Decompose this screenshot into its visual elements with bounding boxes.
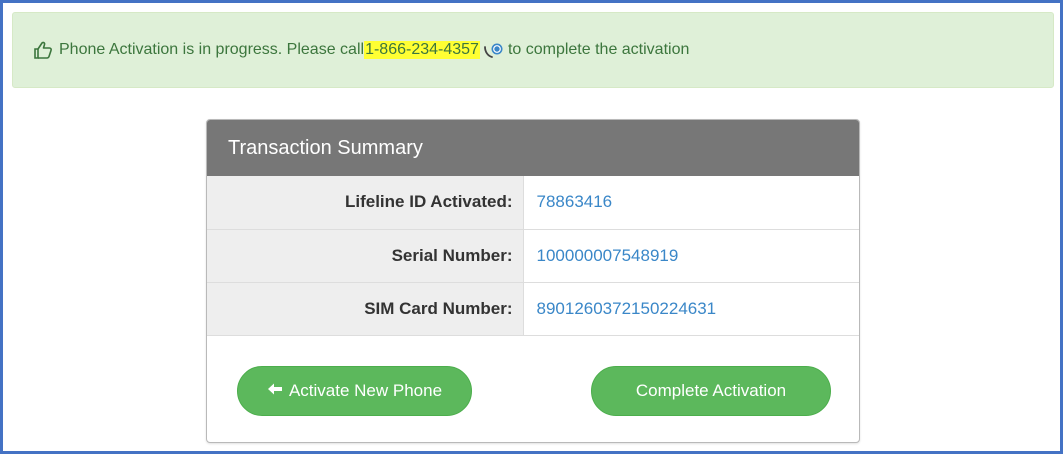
table-row: Lifeline ID Activated: 78863416	[207, 176, 859, 229]
activate-new-phone-label: Activate New Phone	[288, 380, 443, 400]
alert-prefix-text: Phone Activation is in progress. Please …	[59, 41, 365, 58]
serial-number-value: 100000007548919	[536, 245, 679, 265]
summary-table: Lifeline ID Activated: 78863416 Serial N…	[207, 176, 859, 336]
panel-title: Transaction Summary	[207, 120, 859, 176]
complete-activation-button[interactable]: Complete Activation	[591, 365, 831, 416]
screenshot-frame: Phone Activation is in progress. Please …	[0, 0, 1063, 454]
transaction-summary-panel: Transaction Summary Lifeline ID Activate…	[206, 119, 860, 443]
serial-number-label: Serial Number:	[207, 229, 524, 282]
complete-activation-label: Complete Activation	[635, 380, 787, 400]
arrow-left-icon	[267, 381, 283, 401]
phone-number-link[interactable]: 1-866-234-4357	[364, 41, 480, 59]
activate-new-phone-button[interactable]: Activate New Phone	[237, 365, 472, 416]
lifeline-id-value: 78863416	[536, 192, 613, 212]
activation-alert: Phone Activation is in progress. Please …	[12, 12, 1054, 88]
table-row: SIM Card Number: 8901260372150224631	[207, 282, 859, 335]
table-row: Serial Number: 100000007548919	[207, 229, 859, 282]
panel-actions: Activate New Phone Complete Activation	[207, 336, 859, 443]
sim-card-number-label: SIM Card Number:	[207, 282, 524, 335]
phone-call-icon[interactable]	[482, 41, 504, 59]
sim-card-number-value: 8901260372150224631	[536, 298, 717, 318]
thumbs-up-icon	[33, 41, 53, 59]
lifeline-id-label: Lifeline ID Activated:	[207, 176, 524, 229]
alert-suffix-text: to complete the activation	[507, 41, 690, 58]
